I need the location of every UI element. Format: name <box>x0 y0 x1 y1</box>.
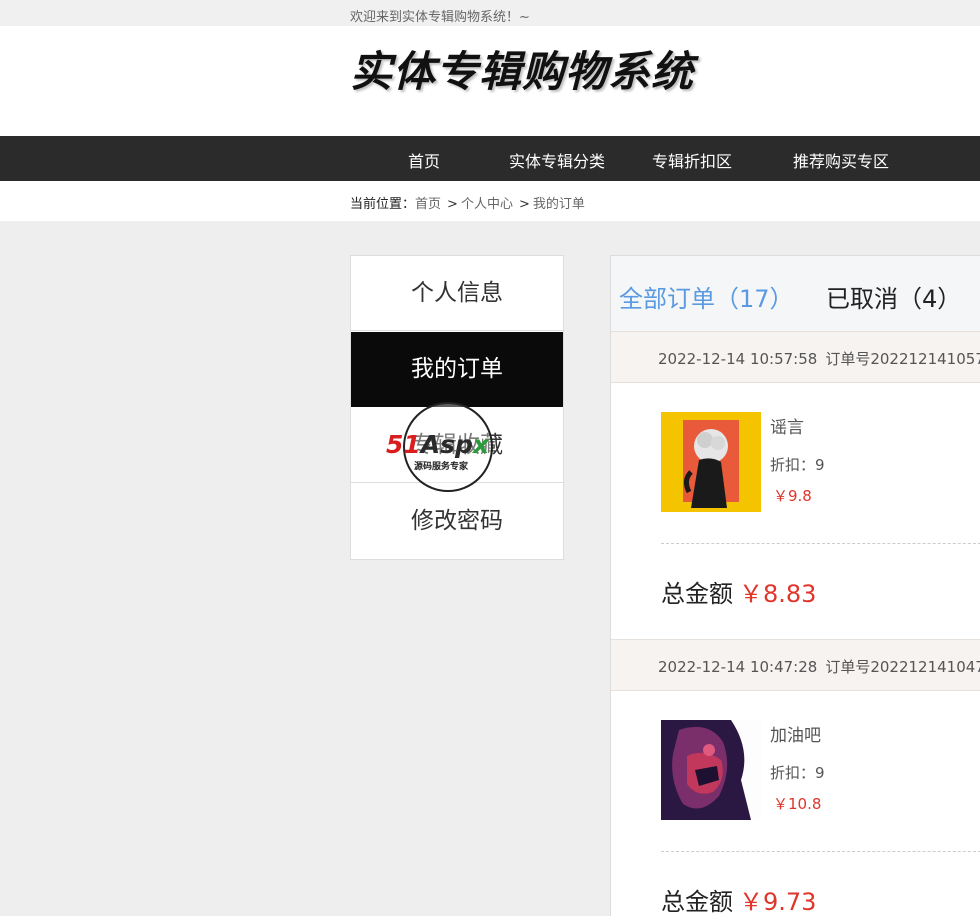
welcome-text: 欢迎来到实体专辑购物系统！~ <box>350 10 530 25</box>
nav-home[interactable]: 首页 <box>408 148 440 172</box>
divider <box>661 851 980 852</box>
breadcrumb-bar: 当前位置：首页 > 个人中心 > 我的订单 <box>0 181 980 221</box>
order-header: 2022-12-14 10:57:58 订单号202212141057 <box>611 331 980 383</box>
order-header: 2022-12-14 10:47:28 订单号202212141047 <box>611 639 980 691</box>
divider <box>661 543 980 544</box>
breadcrumb-home[interactable]: 首页 <box>415 197 441 212</box>
item-price: ￥10.8 <box>773 795 822 813</box>
orders-panel: 全部订单（17） 已取消（4） 2022-12-14 10:57:58 订单号20… <box>610 255 980 916</box>
album-cover-image[interactable] <box>661 720 761 820</box>
breadcrumb-user-center[interactable]: 个人中心 <box>461 197 513 212</box>
total-label: 总金额 <box>661 580 733 608</box>
order-total: 总金额 ￥9.73 <box>661 882 816 916</box>
tab-all-orders[interactable]: 全部订单（17） <box>619 279 794 314</box>
main-nav: 首页 实体专辑分类 专辑折扣区 推荐购买专区 <box>0 136 980 181</box>
site-logo-title[interactable]: 实体专辑购物系统 <box>350 38 694 99</box>
total-amount: ￥8.83 <box>739 580 817 608</box>
item-name[interactable]: 加油吧 <box>770 721 821 746</box>
order-meta: 2022-12-14 10:47:28 订单号202212141047 <box>658 656 980 677</box>
nav-recommended[interactable]: 推荐购买专区 <box>793 148 889 172</box>
order-datetime: 2022-12-14 10:47:28 <box>658 658 818 676</box>
tab-cancelled[interactable]: 已取消（4） <box>826 279 961 314</box>
order-number: 订单号202212141057 <box>825 350 980 368</box>
breadcrumb: 当前位置：首页 > 个人中心 > 我的订单 <box>350 193 585 212</box>
total-amount: ￥9.73 <box>739 888 817 916</box>
nav-discount-zone[interactable]: 专辑折扣区 <box>652 148 732 172</box>
order-datetime: 2022-12-14 10:57:58 <box>658 350 818 368</box>
sidebar-item-favorites[interactable]: 专辑收藏 <box>351 408 563 483</box>
item-discount: 折扣：9 <box>770 764 825 782</box>
order-total: 总金额 ￥8.83 <box>661 574 816 609</box>
sidebar-item-my-orders[interactable]: 我的订单 <box>351 332 563 407</box>
album-cover-image[interactable] <box>661 412 761 512</box>
order-number: 订单号202212141047 <box>825 658 980 676</box>
breadcrumb-my-orders[interactable]: 我的订单 <box>533 197 585 212</box>
item-discount: 折扣：9 <box>770 456 825 474</box>
sidebar-item-change-password[interactable]: 修改密码 <box>351 484 563 559</box>
user-side-menu: 个人信息 我的订单 专辑收藏 修改密码 <box>350 255 564 560</box>
breadcrumb-separator: > <box>518 197 530 212</box>
order-tabs: 全部订单（17） 已取消（4） <box>611 256 980 332</box>
breadcrumb-separator: > <box>447 197 458 212</box>
item-price: ￥9.8 <box>773 487 812 505</box>
breadcrumb-label: 当前位置： <box>350 197 416 212</box>
sidebar-item-profile[interactable]: 个人信息 <box>351 256 563 331</box>
top-bar: 欢迎来到实体专辑购物系统！~ <box>0 0 980 26</box>
order-meta: 2022-12-14 10:57:58 订单号202212141057 <box>658 348 980 369</box>
item-name[interactable]: 谣言 <box>770 413 804 438</box>
nav-album-categories[interactable]: 实体专辑分类 <box>509 148 605 172</box>
site-header: 实体专辑购物系统 <box>0 26 980 136</box>
total-label: 总金额 <box>661 888 733 916</box>
